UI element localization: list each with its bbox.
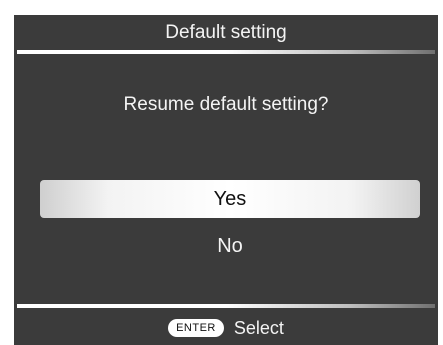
footer-divider [17,304,435,308]
dialog-question: Resume default setting? [123,94,329,115]
select-hint-label: Select [233,317,284,338]
footer-hint: ENTER Select [14,315,438,341]
dialog-title: Default setting [165,22,287,43]
option-yes[interactable]: Yes [40,180,420,218]
settings-dialog: Default setting Resume default setting? … [14,15,438,345]
option-no[interactable]: No [40,227,420,265]
title-divider [17,50,435,54]
enter-key-icon: ENTER [168,319,224,337]
